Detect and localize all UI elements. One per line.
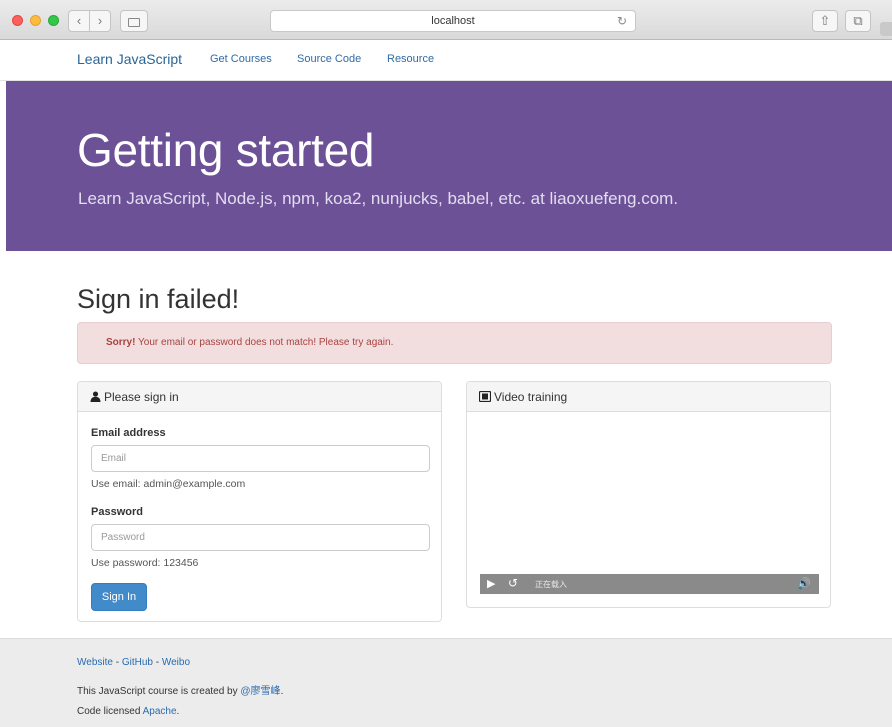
user-icon bbox=[90, 391, 101, 402]
email-label: Email address bbox=[91, 427, 166, 439]
footer-sep: - bbox=[152, 657, 162, 668]
sign-in-button[interactable]: Sign In bbox=[91, 583, 147, 611]
hero-banner: Getting started Learn JavaScript, Node.j… bbox=[6, 81, 892, 251]
top-navbar: Learn JavaScript Get Courses Source Code… bbox=[0, 40, 892, 81]
video-status: 正在载入 bbox=[535, 580, 567, 589]
footer: Website - GitHub - Weibo This JavaScript… bbox=[0, 638, 892, 727]
share-button[interactable]: ⇧ bbox=[812, 10, 838, 32]
share-icon: ⇧ bbox=[819, 13, 831, 28]
video-heading-text: Video training bbox=[494, 390, 568, 404]
nav-link-get-courses[interactable]: Get Courses bbox=[210, 53, 272, 65]
footer-license: Code licensed Apache. bbox=[77, 706, 179, 717]
signin-panel: Please sign in Email address Use email: … bbox=[77, 381, 442, 622]
nav-link-source-code[interactable]: Source Code bbox=[297, 53, 361, 65]
credit-prefix: This JavaScript course is created by bbox=[77, 686, 241, 697]
address-bar[interactable]: localhost ↻ bbox=[270, 10, 636, 32]
sidebar-toggle-button[interactable] bbox=[120, 10, 148, 32]
footer-link-weibo[interactable]: Weibo bbox=[162, 657, 190, 668]
password-input[interactable] bbox=[91, 524, 430, 551]
license-suffix: . bbox=[176, 706, 180, 717]
show-tabs-button[interactable]: ⧉ bbox=[845, 10, 871, 32]
url-text: localhost bbox=[431, 15, 475, 27]
brand-link[interactable]: Learn JavaScript bbox=[77, 51, 182, 67]
email-input[interactable] bbox=[91, 445, 430, 472]
credit-suffix: . bbox=[280, 686, 284, 697]
alert-strong: Sorry! bbox=[106, 337, 136, 348]
email-help: Use email: admin@example.com bbox=[91, 478, 246, 490]
new-tab-button[interactable] bbox=[880, 22, 892, 36]
forward-button[interactable]: › bbox=[89, 10, 111, 32]
hero-title: Getting started bbox=[77, 124, 375, 176]
play-icon[interactable]: ▶ bbox=[487, 577, 495, 590]
tabs-icon: ⧉ bbox=[853, 13, 863, 28]
browser-toolbar: ‹ › localhost ↻ ⇧ ⧉ bbox=[0, 0, 892, 40]
footer-credit: This JavaScript course is created by @廖雪… bbox=[77, 682, 283, 697]
alert-message: Your email or password does not match! P… bbox=[135, 337, 394, 348]
nav-link-resource[interactable]: Resource bbox=[387, 53, 434, 65]
minimize-window-button[interactable] bbox=[30, 15, 41, 26]
password-help: Use password: 123456 bbox=[91, 557, 199, 569]
hero-subtitle: Learn JavaScript, Node.js, npm, koa2, nu… bbox=[78, 189, 679, 208]
signin-heading-text: Please sign in bbox=[104, 390, 179, 404]
video-panel: Video training ▶ ↺ 正在载入 🔊 bbox=[466, 381, 831, 608]
film-icon bbox=[478, 390, 492, 403]
password-label: Password bbox=[91, 506, 143, 518]
chevron-right-icon: › bbox=[97, 13, 103, 28]
error-alert: Sorry! Your email or password does not m… bbox=[77, 322, 832, 364]
page-title: Sign in failed! bbox=[77, 284, 240, 314]
volume-icon[interactable]: 🔊 bbox=[797, 577, 811, 590]
footer-link-github[interactable]: GitHub bbox=[122, 657, 153, 668]
back-button[interactable]: ‹ bbox=[68, 10, 90, 32]
credit-author-link[interactable]: @廖雪峰 bbox=[240, 686, 280, 697]
zoom-window-button[interactable] bbox=[48, 15, 59, 26]
sidebar-icon bbox=[128, 18, 140, 27]
footer-sep: - bbox=[112, 657, 122, 668]
signin-panel-heading: Please sign in bbox=[78, 382, 441, 412]
license-prefix: Code licensed bbox=[77, 706, 143, 717]
chevron-left-icon: ‹ bbox=[76, 13, 82, 28]
footer-link-website[interactable]: Website bbox=[77, 657, 113, 668]
close-window-button[interactable] bbox=[12, 15, 23, 26]
reload-icon[interactable]: ↻ bbox=[617, 11, 627, 31]
replay-icon[interactable]: ↺ bbox=[508, 576, 518, 590]
video-player[interactable]: ▶ ↺ 正在载入 🔊 bbox=[480, 426, 819, 594]
video-controls: ▶ ↺ 正在载入 🔊 bbox=[480, 574, 819, 594]
license-link[interactable]: Apache bbox=[143, 706, 177, 717]
footer-links: Website - GitHub - Weibo bbox=[77, 657, 190, 668]
video-panel-heading: Video training bbox=[467, 382, 830, 412]
